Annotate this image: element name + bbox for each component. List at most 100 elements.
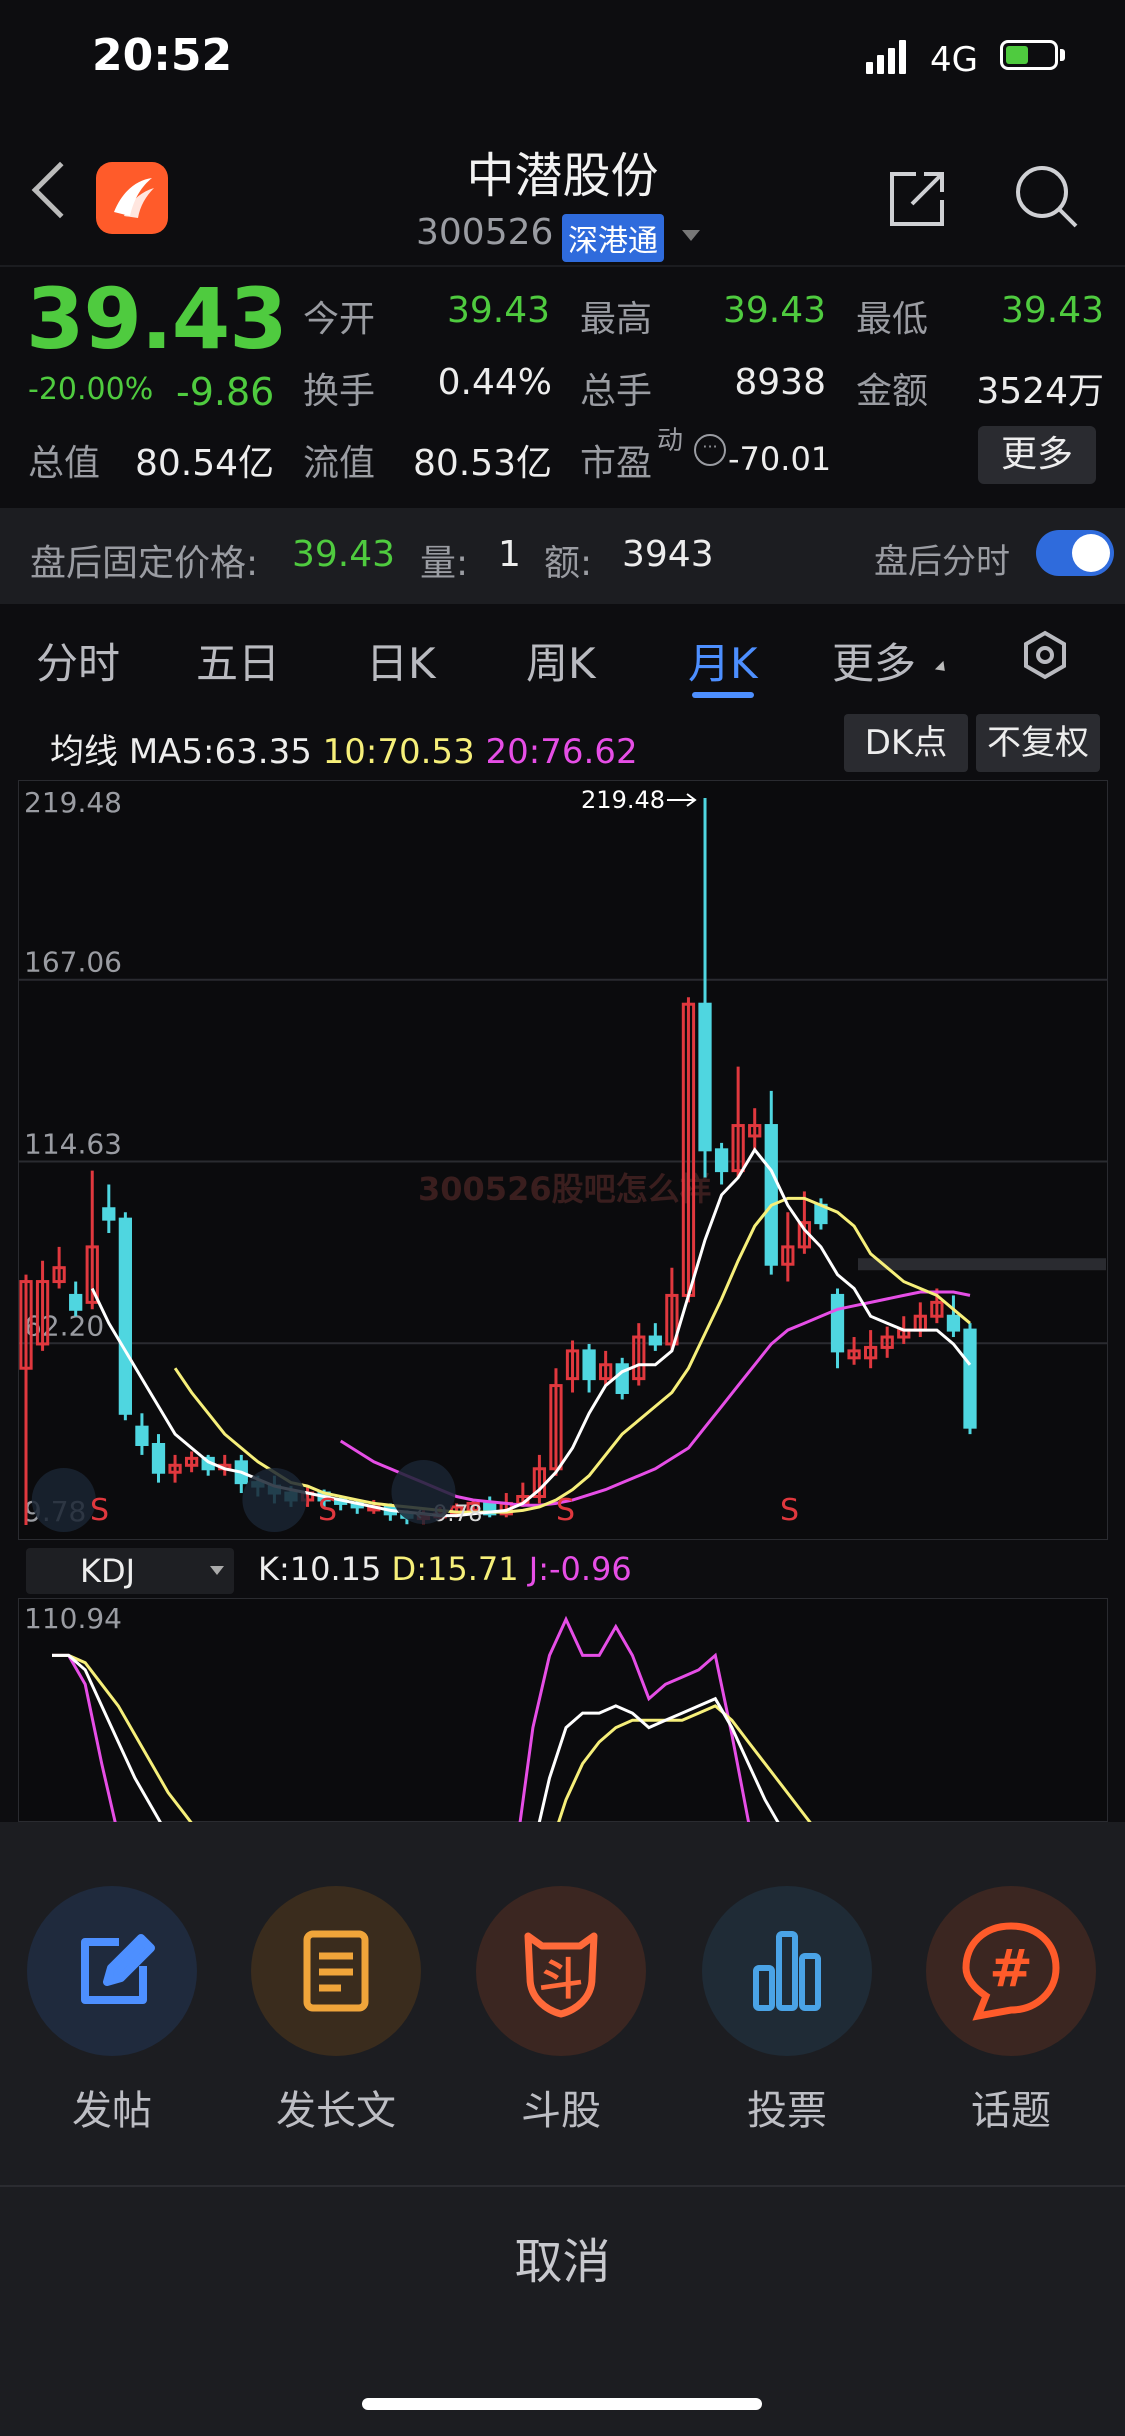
- long-post-label: 发长文: [276, 2088, 396, 2134]
- home-indicator[interactable]: [362, 2398, 762, 2410]
- cancel-button[interactable]: 取消: [0, 2222, 1125, 2292]
- indicator-select[interactable]: KDJ: [26, 1548, 234, 1594]
- market-cap-label: 总值: [28, 443, 101, 484]
- turnover-value: 0.44%: [437, 362, 552, 403]
- kdj-k-value: K:10.15: [258, 1550, 382, 1588]
- svg-text:#: #: [989, 1939, 1033, 1999]
- signal-bubble[interactable]: [391, 1460, 456, 1524]
- tab-more[interactable]: 更多: [832, 630, 916, 691]
- kdj-y-tick-label: 110.94: [24, 1602, 122, 1635]
- open-label: 今开: [303, 299, 376, 340]
- header-divider: [0, 265, 1125, 267]
- candle-body: [69, 1293, 83, 1311]
- volume-label: 总手: [580, 371, 653, 412]
- candle-body: [582, 1349, 596, 1381]
- candle-body: [714, 1148, 729, 1173]
- sell-signal[interactable]: S: [556, 1493, 575, 1528]
- tab-monthly-k[interactable]: 月K: [688, 630, 758, 691]
- sell-signal[interactable]: S: [780, 1493, 799, 1528]
- status-time: 20:52: [92, 30, 233, 81]
- candle-body: [698, 1002, 712, 1152]
- y-tick-label: 167.06: [24, 946, 122, 979]
- reference-band: [858, 1258, 1106, 1271]
- kdj-frame: [18, 1598, 1108, 1822]
- topic-button[interactable]: #: [926, 1886, 1096, 2056]
- ma-legend: 均线 MA5:63.35 10:70.53 20:76.62: [50, 724, 638, 773]
- after-hours-amount-label: 额:: [544, 543, 593, 584]
- high-value: 39.43: [722, 290, 826, 331]
- change-percent: -20.00%: [28, 372, 154, 407]
- current-price: 39.43: [26, 270, 288, 368]
- fight-stock-button[interactable]: 斗: [476, 1886, 646, 2056]
- candle: [963, 1323, 977, 1435]
- chevron-down-icon[interactable]: [682, 230, 700, 241]
- connect-badge: 深港通: [562, 214, 664, 262]
- amount-value: 3524万: [976, 371, 1104, 412]
- share-icon[interactable]: [888, 170, 946, 228]
- after-hours-price: 39.43: [292, 534, 396, 575]
- pe-label: 市盈: [580, 443, 653, 484]
- signal-bubble[interactable]: [242, 1468, 307, 1532]
- stock-name: 中潜股份: [466, 148, 659, 204]
- candle-body: [118, 1217, 133, 1415]
- more-button[interactable]: 更多: [978, 426, 1096, 484]
- kdj-d-value: D:15.71: [391, 1550, 519, 1588]
- network-type: 4G: [930, 40, 978, 80]
- tab-underline: [692, 692, 754, 698]
- tab-daily-k[interactable]: 日K: [366, 630, 436, 691]
- candle-body: [648, 1335, 662, 1346]
- amount-label: 金额: [856, 371, 929, 412]
- y-tick-label: 219.48: [24, 786, 122, 819]
- chevron-down-icon: [210, 1566, 224, 1575]
- signal-bubble[interactable]: [31, 1468, 96, 1532]
- pe-value: -70.01: [728, 440, 832, 478]
- tab-weekly-k[interactable]: 周K: [526, 630, 596, 691]
- candle-body: [102, 1207, 116, 1221]
- battery-icon: [1000, 40, 1058, 70]
- indicator-name: KDJ: [80, 1552, 136, 1590]
- sell-signal[interactable]: S: [90, 1493, 109, 1528]
- info-icon[interactable]: ···: [694, 434, 726, 466]
- after-hours-amount: 3943: [622, 534, 714, 575]
- signal-icon: [866, 40, 916, 74]
- y-tick-label: 114.63: [24, 1128, 122, 1161]
- tab-timeshare[interactable]: 分时: [36, 630, 120, 691]
- after-hours-toggle[interactable]: [1036, 530, 1114, 576]
- gear-icon[interactable]: [1020, 630, 1070, 680]
- after-hours-timeshare-label: 盘后分时: [874, 542, 1010, 582]
- post-button[interactable]: [27, 1886, 197, 2056]
- sheet-divider: [0, 2185, 1125, 2187]
- after-hours-volume-label: 量:: [420, 543, 469, 584]
- tab-five-day[interactable]: 五日: [196, 630, 280, 691]
- low-label: 最低: [856, 299, 929, 340]
- topic-label: 话题: [971, 2088, 1051, 2134]
- fight-stock-label: 斗股: [521, 2088, 601, 2134]
- long-post-button[interactable]: [251, 1886, 421, 2056]
- vote-button[interactable]: [702, 1886, 872, 2056]
- change-amount: -9.86: [176, 370, 275, 414]
- candle-body: [963, 1328, 977, 1429]
- candle-body: [151, 1442, 166, 1474]
- float-cap-label: 流值: [303, 443, 376, 484]
- pe-dynamic-marker: 动: [657, 426, 684, 456]
- turnover-label: 换手: [303, 371, 376, 412]
- kdj-chart[interactable]: 110.94: [18, 1598, 1108, 1822]
- high-label: 最高: [580, 299, 653, 340]
- max-price-label: 219.48: [581, 786, 665, 814]
- market-cap-value: 80.54亿: [134, 443, 274, 484]
- kline-chart[interactable]: 219.48167.06114.6362.209.78300526股吧怎么样21…: [18, 780, 1108, 1540]
- after-hours-volume: 1: [498, 534, 521, 575]
- battery-tip: [1060, 49, 1065, 61]
- ma10-value: 10:70.53: [322, 732, 475, 772]
- low-value: 39.43: [1000, 290, 1104, 331]
- svg-text:斗: 斗: [539, 1954, 583, 2005]
- adjust-button[interactable]: 不复权: [976, 714, 1100, 772]
- ma-title: 均线: [50, 732, 118, 772]
- candle-body: [135, 1425, 149, 1446]
- dk-point-button[interactable]: DK点: [844, 714, 968, 772]
- sell-signal[interactable]: S: [318, 1493, 337, 1528]
- candle-body: [830, 1293, 845, 1353]
- search-icon[interactable]: [1014, 164, 1078, 228]
- after-hours-label: 盘后固定价格:: [30, 543, 259, 584]
- candle: [615, 1357, 629, 1400]
